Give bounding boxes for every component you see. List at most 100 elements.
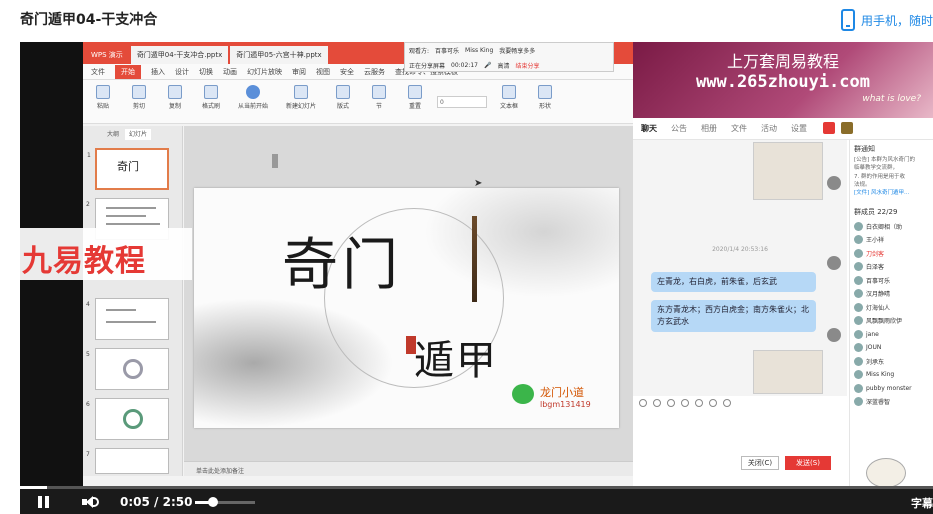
- page-header: 奇门遁甲04-干支冲合 用手机，随时: [0, 0, 933, 40]
- menu-transition[interactable]: 切换: [199, 67, 213, 77]
- layout-button[interactable]: 版式: [329, 84, 357, 119]
- slide-number: 4: [86, 301, 90, 308]
- group-notice-title: 群通知: [854, 145, 875, 153]
- group-sidebar: 群通知 [公告] 本群为风水奇门的 临摹教学交流群， 7. 群的作用是用于收 法…: [849, 140, 933, 486]
- menu-review[interactable]: 审阅: [292, 67, 306, 77]
- tab-settings[interactable]: 设置: [791, 123, 807, 134]
- notice-file-link[interactable]: [文件] 风水奇门遁甲...: [854, 189, 929, 197]
- menu-file[interactable]: 文件: [91, 67, 105, 77]
- slides-tab[interactable]: 幻灯片: [125, 129, 152, 140]
- avatar[interactable]: [827, 328, 841, 342]
- message-timestamp: 2020/1/4 20:53:16: [712, 246, 768, 253]
- menu-slideshow[interactable]: 幻灯片放映: [247, 67, 282, 77]
- section-button[interactable]: 节: [365, 84, 393, 119]
- menu-animation[interactable]: 动画: [223, 67, 237, 77]
- slide-number: 6: [86, 401, 90, 408]
- speaker-icon: [86, 496, 93, 508]
- member-item[interactable]: 风飘飘雨欣伊: [850, 314, 933, 328]
- emoji-icon[interactable]: [639, 399, 647, 407]
- subtitle-button[interactable]: 字幕: [911, 495, 933, 511]
- image-icon[interactable]: [695, 399, 703, 407]
- current-slide[interactable]: 奇门 遁甲 龙门小道 lbgm131419: [194, 188, 619, 428]
- font-size-field[interactable]: 0: [437, 95, 487, 108]
- message-image[interactable]: [753, 142, 823, 200]
- member-item[interactable]: 白衣卿相（助: [850, 219, 933, 233]
- gif-icon[interactable]: [653, 399, 661, 407]
- tab-album[interactable]: 相册: [701, 123, 717, 134]
- tab-notice[interactable]: 公告: [671, 123, 687, 134]
- play-from-current-button[interactable]: 从当前开始: [233, 84, 273, 119]
- menu-insert[interactable]: 插入: [151, 67, 165, 77]
- cut-button[interactable]: 剪切: [125, 84, 153, 119]
- pause-button[interactable]: [38, 496, 50, 508]
- member-item[interactable]: 王小祥: [850, 233, 933, 247]
- close-button[interactable]: 关闭(C): [741, 456, 779, 470]
- section-label: 节: [375, 102, 382, 110]
- slide-thumb-5[interactable]: 5: [86, 348, 169, 390]
- menu-design[interactable]: 设计: [175, 67, 189, 77]
- avatar[interactable]: [827, 176, 841, 190]
- volume-slider[interactable]: [195, 497, 255, 507]
- member-item[interactable]: 灯海仙人: [850, 300, 933, 314]
- stop-share-button[interactable]: 结束分享: [515, 61, 539, 70]
- notes-field[interactable]: 单击此处添加备注: [184, 461, 633, 476]
- avatar[interactable]: [827, 256, 841, 270]
- send-button[interactable]: 发送(S): [785, 456, 831, 470]
- wps-doc-tab[interactable]: 奇门遁甲05-六宫十神.pptx: [230, 46, 328, 64]
- paste-button[interactable]: 粘贴: [89, 84, 117, 119]
- viewers-label: 观看方:: [409, 48, 430, 55]
- reset-button[interactable]: 重置: [401, 84, 429, 119]
- message-image[interactable]: [753, 350, 823, 394]
- microphone-icon[interactable]: 🎤: [484, 62, 491, 69]
- copy-button[interactable]: 复制: [161, 84, 189, 119]
- member-item[interactable]: 刀剑客: [850, 246, 933, 260]
- group-notice: [公告] 本群为风水奇门的 临摹教学交流群， 7. 群的作用是用于收 法规。 […: [850, 156, 933, 197]
- volume-button[interactable]: [82, 495, 99, 509]
- slide-thumb-4[interactable]: 4: [86, 298, 169, 340]
- menu-cloud[interactable]: 云服务: [364, 67, 385, 77]
- member-item[interactable]: Miss King: [850, 368, 933, 382]
- scissors-icon[interactable]: [667, 399, 675, 407]
- tab-chat[interactable]: 聊天: [641, 123, 657, 134]
- wps-doc-tab-active[interactable]: 奇门遁甲04-干支冲合.pptx: [130, 46, 229, 64]
- volume-knob[interactable]: [208, 497, 218, 507]
- more-icon[interactable]: [723, 399, 731, 407]
- shape-button[interactable]: 形状: [531, 84, 559, 119]
- slide-thumb-6[interactable]: 6: [86, 398, 169, 440]
- tab-files[interactable]: 文件: [731, 123, 747, 134]
- member-item[interactable]: 百事可乐: [850, 273, 933, 287]
- voice-icon[interactable]: [709, 399, 717, 407]
- video-frame[interactable]: WPS 演示 奇门遁甲04-干支冲合.pptx 奇门遁甲05-六宫十神.pptx…: [20, 42, 933, 488]
- banner-title: 上万套周易教程: [726, 52, 839, 71]
- member-item[interactable]: 汉月静晴: [850, 287, 933, 301]
- folder-icon[interactable]: [681, 399, 689, 407]
- notice-line: 7. 群的作用是用于收: [854, 173, 905, 180]
- call-icon[interactable]: [823, 122, 835, 134]
- hd-button[interactable]: 高清: [497, 61, 509, 70]
- mobile-watch-link[interactable]: 用手机，随时: [840, 9, 933, 31]
- new-slide-label: 新建幻灯片: [285, 102, 316, 110]
- slide-thumb-7[interactable]: 7: [86, 448, 169, 474]
- slide-thumb-1[interactable]: 1 奇门: [87, 148, 169, 190]
- member-item[interactable]: 刘承东: [850, 354, 933, 368]
- menu-view[interactable]: 视图: [316, 67, 330, 77]
- message-input[interactable]: 关闭(C) 发送(S): [633, 410, 847, 486]
- screen-share-icon[interactable]: [841, 122, 853, 134]
- avatar: [854, 248, 863, 258]
- member-item[interactable]: 深蓝睿智: [850, 395, 933, 409]
- member-item[interactable]: pubby monster: [850, 381, 933, 395]
- wps-app-tab[interactable]: WPS 演示: [85, 46, 129, 64]
- textbox-button[interactable]: 文本框: [495, 84, 523, 119]
- avatar: [854, 383, 863, 393]
- menu-start[interactable]: 开始: [115, 64, 141, 79]
- outline-tab[interactable]: 大纲: [107, 129, 119, 140]
- member-item[interactable]: JOUN: [850, 341, 933, 355]
- tab-events[interactable]: 活动: [761, 123, 777, 134]
- new-slide-button[interactable]: 新建幻灯片: [281, 84, 321, 119]
- menu-security[interactable]: 安全: [340, 67, 354, 77]
- video-player[interactable]: WPS 演示 奇门遁甲04-干支冲合.pptx 奇门遁甲05-六宫十神.pptx…: [20, 42, 933, 514]
- member-item[interactable]: 白泽客: [850, 260, 933, 274]
- member-item[interactable]: jane: [850, 327, 933, 341]
- format-painter-button[interactable]: 格式刷: [197, 84, 225, 119]
- avatar: [854, 316, 863, 325]
